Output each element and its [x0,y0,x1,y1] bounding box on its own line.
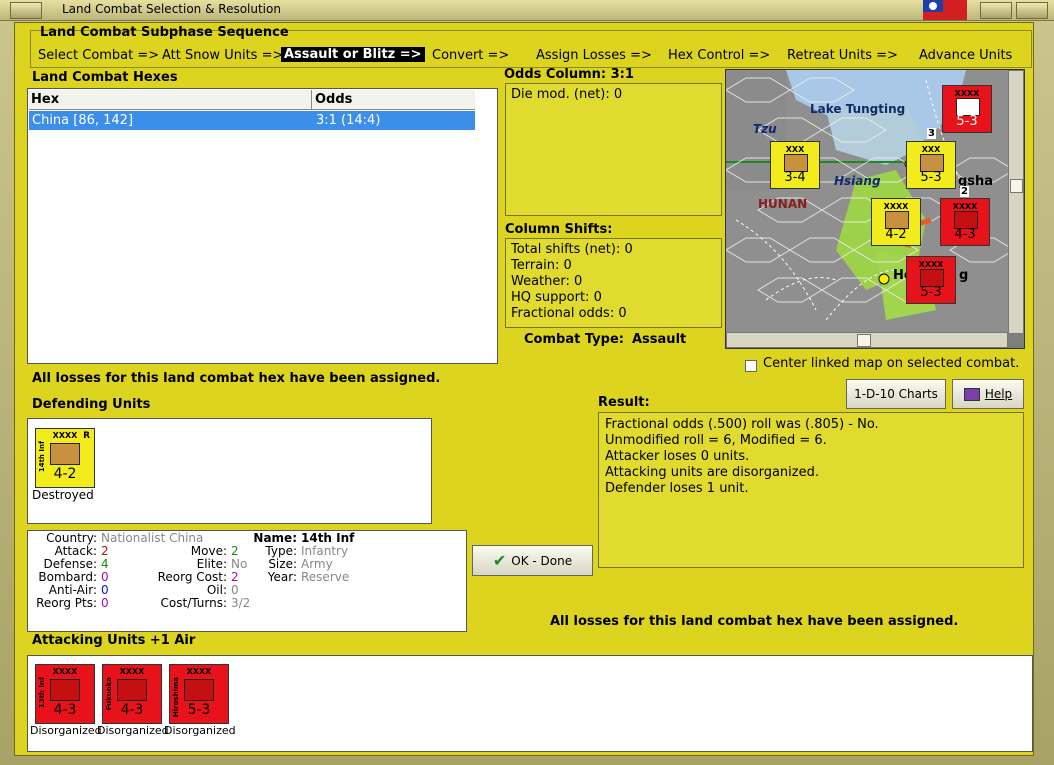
result-title: Result: [598,395,650,410]
map-unit-20th-inf[interactable]: XXXX 5-3 [942,85,992,133]
map-label-hunan: HUNAN [758,197,808,211]
step-assign-losses: Assign Losses => [536,48,652,63]
sequence-title: Land Combat Subphase Sequence [40,25,289,40]
map-hscroll-thumb[interactable] [857,334,871,347]
hexes-title: Land Combat Hexes [32,70,178,85]
terrain-shift: Terrain: 0 [511,258,572,273]
step-hex-control: Hex Control => [668,48,771,63]
defending-title: Defending Units [32,397,151,412]
minimize-button[interactable] [980,2,1012,19]
weather-shift: Weather: 0 [511,274,583,289]
col-odds[interactable]: Odds [315,92,352,107]
step-select-combat: Select Combat => [38,48,160,63]
total-shifts: Total shifts (net): 0 [511,242,633,257]
result-line: Attacker loses 0 units. [605,449,750,464]
step-att-snow: Att Snow Units => [162,48,284,63]
attacker-unit-13th-inf[interactable]: 13th Inf XXXX 4-3 [35,664,95,724]
result-line: Fractional odds (.500) roll was (.805) -… [605,417,879,432]
attacker-status: Disorganized [30,724,102,737]
center-map-checkbox[interactable] [745,360,757,372]
combat-type-value: Assault [632,332,687,347]
map-label-tzu: Tzu [753,122,777,136]
combat-type-label: Combat Type: [524,332,624,347]
map-hscrollbar[interactable] [726,332,1008,348]
attacker-unit-hiroshima[interactable]: Hiroshima XXXX 5-3 [169,664,229,724]
help-label: Help [984,387,1013,401]
title-bar: Land Combat Selection & Resolution [0,0,1054,21]
help-button[interactable]: Help [952,379,1024,409]
map-vscrollbar[interactable] [1008,70,1024,334]
map-unit-3rd-inf[interactable]: XXX 5-3 [906,141,956,189]
attacking-title: Attacking Units +1 Air [32,633,196,648]
map-unit-hiroshima[interactable]: XXXX 5-3 [906,256,956,304]
close-button[interactable] [1016,2,1048,19]
die-mod: Die mod. (net): 0 [511,87,623,102]
map-label-hsiang: Hsiang [834,174,881,188]
odds-box: Die mod. (net): 0 [505,83,722,216]
nationalist-china-flag-icon [923,0,967,20]
center-map-label: Center linked map on selected combat. [763,356,1020,371]
shifts-title: Column Shifts: [505,222,613,237]
charts-button[interactable]: 1-D-10 Charts [846,379,946,409]
system-menu-button[interactable] [10,2,42,19]
step-assault-active: Assault or Blitz => [281,47,425,62]
attacker-unit-fukuoka[interactable]: Fukuoka XXXX 4-3 [102,664,162,724]
checkmark-icon: ✔ [492,551,507,570]
defender-status: Destroyed [32,488,94,502]
shifts-box: Total shifts (net): 0 Terrain: 0 Weather… [505,238,722,328]
map-label-g: g [959,268,969,283]
hq-shift: HQ support: 0 [511,290,602,305]
defender-unit-counter[interactable]: 14th Inf XXXX R 4-2 [35,428,95,488]
map-unit-3rd-cav[interactable]: XXX 3-4 [770,141,820,189]
fractional-shift: Fractional odds: 0 [511,306,627,321]
step-advance: Advance Units [919,48,1013,63]
col-hex[interactable]: Hex [31,92,59,107]
window-title: Land Combat Selection & Resolution [62,2,281,16]
result-box: Fractional odds (.500) roll was (.805) -… [598,412,1024,568]
map-unit-attacker[interactable]: XXXX 4-3 [940,198,990,246]
ok-done-button[interactable]: ✔ OK - Done [472,545,593,576]
result-line: Defender loses 1 unit. [605,481,749,496]
map-label-lake: Lake Tungting [810,102,906,116]
ok-done-label: OK - Done [511,553,573,568]
result-line: Attacking units are disorganized. [605,465,819,480]
result-line: Unmodified roll = 6, Modified = 6. [605,433,827,448]
step-retreat: Retreat Units => [787,48,898,63]
table-row[interactable]: China [86, 142] 3:1 (14:4) [29,111,475,130]
attacker-status: Disorganized [164,724,236,737]
linked-map[interactable]: Lake Tungting Tzu Hsiang HUNAN gsha He g… [725,69,1025,349]
hexes-list: Hex Odds China [86, 142] 3:1 (14:4) [27,88,498,364]
help-book-icon [963,387,980,401]
map-unit-14th-inf[interactable]: XXXX 4-2 [871,198,921,246]
losses-message-2: All losses for this land combat hex have… [550,614,959,629]
step-convert: Convert => [432,48,510,63]
odds-title: Odds Column: 3:1 [504,67,634,82]
stack-count-badge: 2 [960,186,969,197]
attacker-status: Disorganized [97,724,169,737]
stack-count-badge: 3 [927,128,936,139]
losses-message: All losses for this land combat hex have… [32,371,441,386]
map-vscroll-thumb[interactable] [1010,179,1023,193]
